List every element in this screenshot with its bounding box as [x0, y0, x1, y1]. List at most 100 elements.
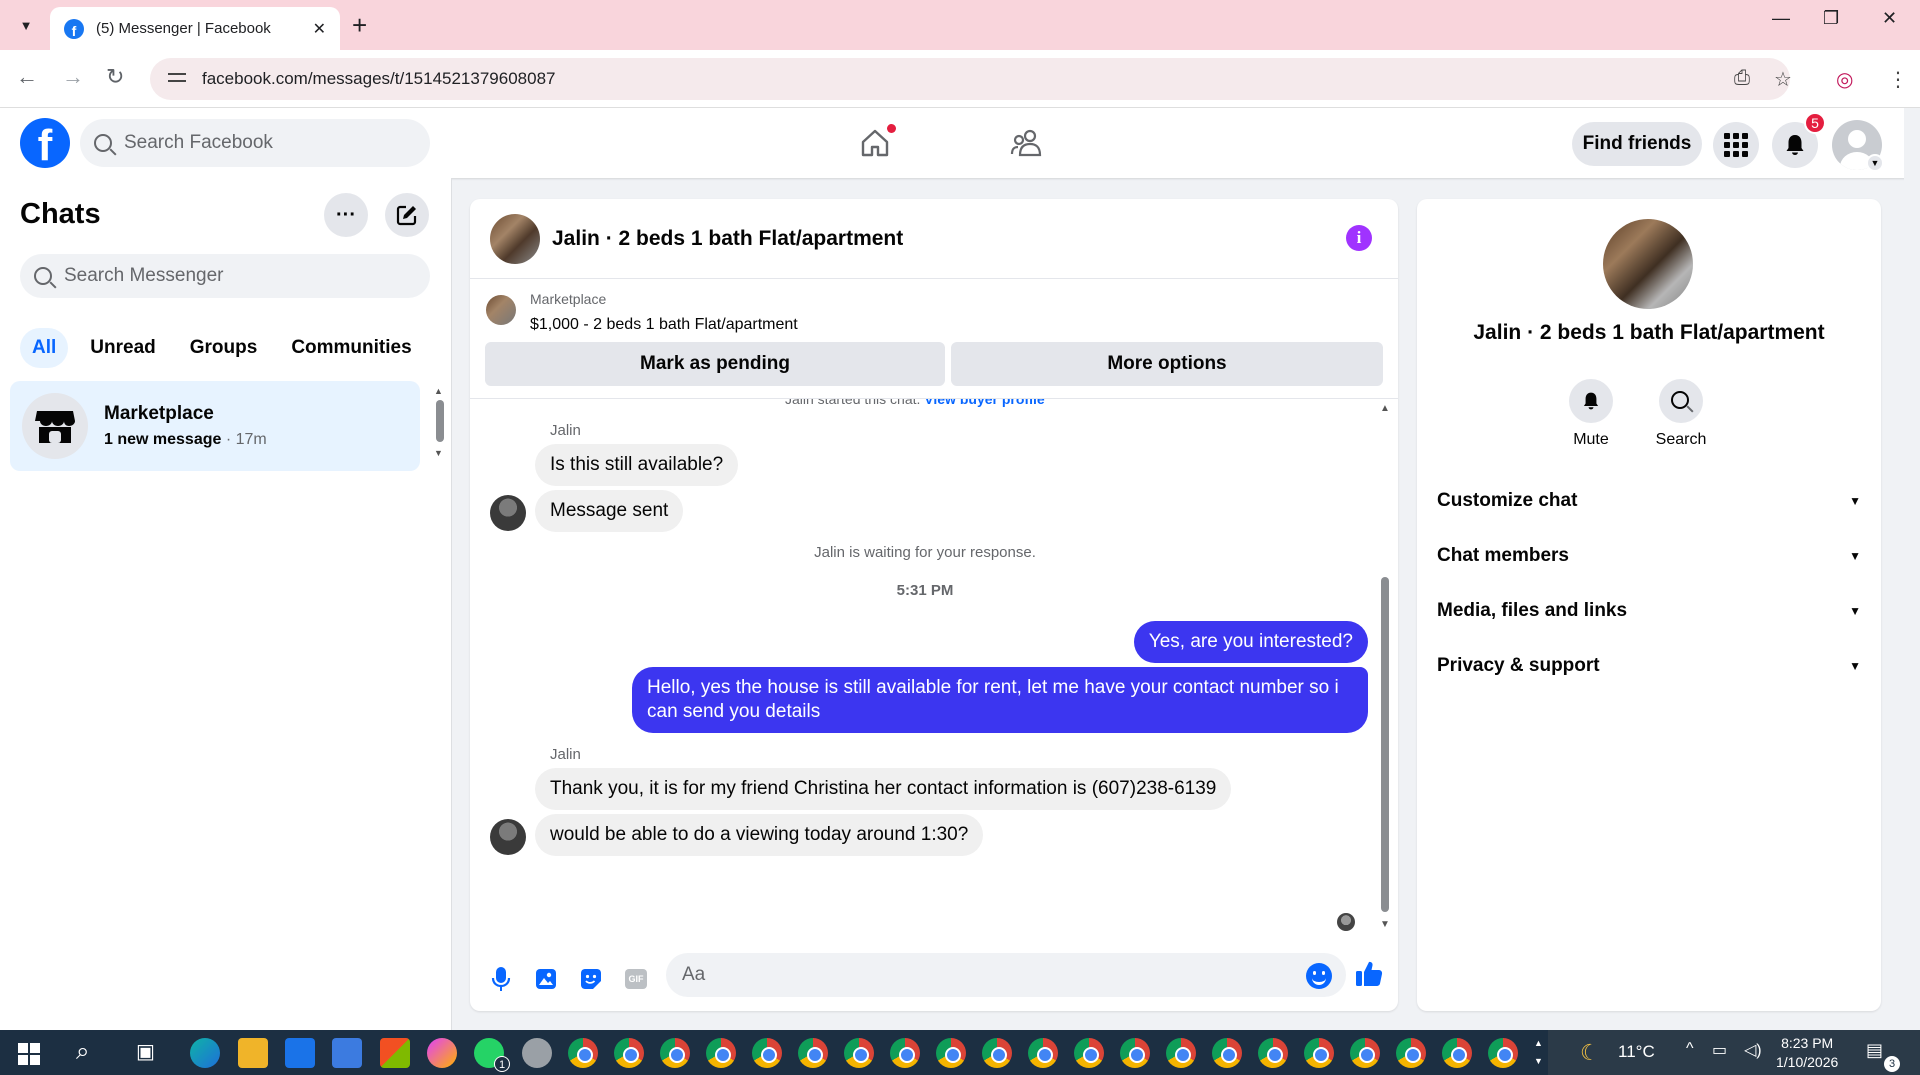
copilot-icon[interactable]	[427, 1038, 457, 1068]
scroll-thumb[interactable]	[1381, 577, 1389, 912]
outlook-icon[interactable]	[285, 1038, 315, 1068]
filter-all[interactable]: All	[20, 328, 69, 368]
chrome-icon[interactable]	[1120, 1038, 1150, 1068]
friends-icon[interactable]	[1010, 128, 1042, 158]
incoming-message[interactable]: Thank you, it is for my friend Christina…	[535, 768, 1232, 810]
find-friends-button[interactable]: Find friends	[1572, 122, 1702, 166]
chrome-icon[interactable]	[1212, 1038, 1242, 1068]
facebook-logo-icon[interactable]: f	[20, 118, 70, 168]
chrome-icon[interactable]	[1442, 1038, 1472, 1068]
facebook-search-input[interactable]: Search Facebook	[80, 119, 430, 167]
listing-photo-avatar[interactable]	[490, 213, 540, 264]
filter-groups[interactable]: Groups	[178, 328, 270, 368]
network-icon[interactable]: ▭	[1712, 1040, 1727, 1060]
reload-icon[interactable]: ↻	[106, 64, 124, 90]
browser-menu-icon[interactable]: ⋮	[1888, 67, 1908, 92]
tab-close-icon[interactable]: ✕	[313, 19, 326, 39]
weather-temperature[interactable]: 11°C	[1618, 1042, 1655, 1062]
mark-as-pending-button[interactable]: Mark as pending	[485, 342, 945, 386]
new-tab-button[interactable]: +	[352, 10, 367, 41]
incoming-message[interactable]: Message sent	[535, 490, 684, 532]
thread-scrollbar[interactable]: ▲ ▼	[1378, 399, 1392, 934]
chrome-icon[interactable]	[706, 1038, 736, 1068]
back-icon[interactable]: ←	[16, 64, 38, 90]
sticker-icon[interactable]	[576, 964, 606, 994]
chrome-icon[interactable]	[752, 1038, 782, 1068]
message-input[interactable]	[666, 953, 1346, 997]
scroll-down-arrow-icon[interactable]: ▼	[1380, 919, 1390, 930]
chrome-icon[interactable]	[568, 1038, 598, 1068]
notification-center-icon[interactable]: ▤	[1866, 1040, 1883, 1061]
more-options-button[interactable]: More options	[951, 342, 1383, 386]
scroll-down-arrow-icon[interactable]: ▼	[434, 448, 443, 458]
page-scrollbar[interactable]	[1904, 108, 1920, 1030]
omnibox[interactable]: facebook.com/messages/t/1514521379608087	[150, 58, 1790, 100]
calendar-icon[interactable]	[332, 1038, 362, 1068]
microphone-icon[interactable]	[486, 964, 516, 994]
chrome-icon[interactable]	[1028, 1038, 1058, 1068]
peer-avatar[interactable]	[490, 819, 526, 855]
menu-grid-button[interactable]	[1713, 122, 1759, 168]
incoming-message[interactable]: Is this still available?	[535, 444, 739, 486]
forward-icon[interactable]: →	[62, 64, 84, 90]
listing-price-title[interactable]: $1,000 - 2 beds 1 bath Flat/apartment	[530, 316, 798, 334]
bookmark-star-icon[interactable]: ☆	[1774, 67, 1792, 92]
home-icon[interactable]	[860, 128, 890, 158]
chats-more-button[interactable]: ···	[324, 193, 368, 237]
conversation-photo-large[interactable]	[1603, 219, 1693, 309]
close-window-icon[interactable]: ✕	[1882, 8, 1897, 29]
info-icon[interactable]: i	[1346, 225, 1372, 251]
emoji-icon[interactable]	[1306, 963, 1332, 989]
chrome-icon[interactable]	[982, 1038, 1012, 1068]
chat-item-marketplace[interactable]: Marketplace 1 new message · 17m	[10, 381, 420, 471]
chrome-icon[interactable]	[1074, 1038, 1104, 1068]
chrome-icon[interactable]	[890, 1038, 920, 1068]
chrome-icon[interactable]	[936, 1038, 966, 1068]
view-buyer-profile-link[interactable]: View buyer profile	[924, 399, 1044, 407]
chrome-icon[interactable]	[798, 1038, 828, 1068]
chrome-icon[interactable]	[660, 1038, 690, 1068]
tray-chevron-up-icon[interactable]: ^	[1686, 1040, 1694, 1058]
tab-search-chevron-icon[interactable]: ▼	[12, 12, 40, 38]
restore-icon[interactable]: ❐	[1823, 8, 1839, 29]
scroll-up-arrow-icon[interactable]: ▲	[1380, 403, 1390, 414]
scroll-up-arrow-icon[interactable]: ▲	[434, 386, 443, 396]
incoming-message[interactable]: would be able to do a viewing today arou…	[535, 814, 984, 856]
chrome-icon[interactable]	[1304, 1038, 1334, 1068]
store-icon[interactable]	[380, 1038, 410, 1068]
mute-action[interactable]: Mute	[1551, 379, 1631, 449]
taskbar-search-icon[interactable]: ⌕	[76, 1038, 89, 1066]
chrome-icon[interactable]	[1166, 1038, 1196, 1068]
weather-moon-icon[interactable]: ☾	[1580, 1040, 1600, 1066]
chrome-icon[interactable]	[1258, 1038, 1288, 1068]
filter-communities[interactable]: Communities	[279, 328, 423, 368]
filter-unread[interactable]: Unread	[78, 328, 167, 368]
windows-start-icon[interactable]	[18, 1043, 40, 1065]
chrome-icon[interactable]	[844, 1038, 874, 1068]
account-chevron-icon[interactable]: ▼	[1866, 154, 1884, 172]
file-explorer-icon[interactable]	[238, 1038, 268, 1068]
chrome-icon[interactable]	[1488, 1038, 1518, 1068]
task-view-icon[interactable]: ▣	[136, 1039, 155, 1064]
thumbs-up-icon[interactable]	[1354, 959, 1384, 989]
chrome-icon[interactable]	[1350, 1038, 1380, 1068]
clock[interactable]: 8:23 PM 1/10/2026	[1776, 1034, 1838, 1072]
edge-icon[interactable]	[190, 1038, 220, 1068]
customize-chat-section[interactable]: Customize chat ▼	[1437, 481, 1861, 521]
conversation-title[interactable]: Jalin · 2 beds 1 bath Flat/apartment	[552, 227, 903, 251]
photo-icon[interactable]	[531, 964, 561, 994]
outgoing-message[interactable]: Yes, are you interested?	[1133, 621, 1368, 663]
snipping-tool-icon[interactable]	[522, 1038, 552, 1068]
browser-tab[interactable]: f (5) Messenger | Facebook ✕	[50, 7, 340, 50]
listing-thumbnail[interactable]	[486, 295, 516, 325]
chat-list-scrollbar[interactable]: ▲ ▼	[434, 386, 446, 466]
chrome-icon[interactable]	[614, 1038, 644, 1068]
scroll-thumb[interactable]	[436, 400, 444, 442]
new-message-button[interactable]	[385, 193, 429, 237]
gif-icon[interactable]: GIF	[621, 964, 651, 994]
messenger-search-input[interactable]: Search Messenger	[20, 254, 430, 298]
search-action[interactable]: Search	[1641, 379, 1721, 449]
media-files-links-section[interactable]: Media, files and links ▼	[1437, 591, 1861, 631]
volume-icon[interactable]: ◁)	[1744, 1040, 1762, 1060]
peer-avatar[interactable]	[490, 495, 526, 531]
